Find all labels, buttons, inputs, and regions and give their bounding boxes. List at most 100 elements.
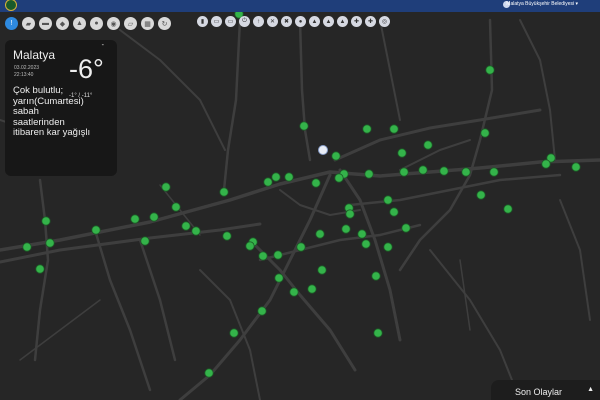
traffic-camera-marker[interactable] — [258, 251, 268, 261]
location-marker-icon[interactable] — [318, 145, 328, 155]
traffic-camera-marker[interactable] — [219, 187, 229, 197]
center-toolbar: ▮ ▭ ▭ ⏻ ↑ ✕ ✖ ● ▲ ▲ ▲ ✚ ✚ ◎ — [197, 16, 390, 27]
traffic-camera-marker[interactable] — [296, 242, 306, 252]
recent-events-label: Son Olaylar — [515, 387, 563, 397]
traffic-camera-marker[interactable] — [423, 140, 433, 150]
traffic-camera-marker[interactable] — [307, 284, 317, 294]
traffic-camera-marker[interactable] — [289, 287, 299, 297]
map-layer-icon[interactable]: ▰ — [22, 17, 35, 30]
traffic-camera-marker[interactable] — [140, 236, 150, 246]
weather-description: Çok bulutlu; yarın(Cumartesi) sabah saat… — [13, 85, 91, 138]
traffic-camera-marker[interactable] — [315, 229, 325, 239]
traffic-camera-marker[interactable] — [362, 124, 372, 134]
traffic-camera-marker[interactable] — [541, 159, 551, 169]
traffic-camera-marker[interactable] — [91, 225, 101, 235]
traffic-camera-marker[interactable] — [383, 242, 393, 252]
traffic-camera-marker[interactable] — [229, 328, 239, 338]
traffic-camera-marker[interactable] — [361, 239, 371, 249]
traffic-camera-marker[interactable] — [401, 223, 411, 233]
traffic-camera-marker[interactable] — [334, 173, 344, 183]
weather-date: 03.02.2023 — [14, 65, 40, 71]
traffic-camera-marker[interactable] — [357, 229, 367, 239]
roadwork-icon[interactable]: ▲ — [337, 16, 348, 27]
layers-icon[interactable]: ▭ — [211, 16, 222, 27]
traffic-camera-marker[interactable] — [489, 167, 499, 177]
traffic-camera-marker[interactable] — [191, 226, 201, 236]
traffic-camera-marker[interactable] — [245, 241, 255, 251]
list-icon[interactable]: ▭ — [225, 16, 236, 27]
traffic-camera-marker[interactable] — [571, 162, 581, 172]
traffic-camera-marker[interactable] — [373, 328, 383, 338]
traffic-camera-marker[interactable] — [399, 167, 409, 177]
traffic-camera-marker[interactable] — [35, 264, 45, 274]
compass-icon[interactable]: ✚ — [365, 16, 376, 27]
traffic-camera-marker[interactable] — [461, 167, 471, 177]
traffic-camera-marker[interactable] — [299, 121, 309, 131]
refresh-icon[interactable]: ↻ — [158, 17, 171, 30]
warning-icon[interactable]: ● — [90, 17, 103, 30]
bus-icon[interactable]: ▬ — [39, 17, 52, 30]
pedestrian-icon[interactable]: ↑ — [253, 16, 264, 27]
crossroad-icon[interactable]: ✚ — [351, 16, 362, 27]
traffic-camera-marker[interactable] — [439, 166, 449, 176]
traffic-camera-marker[interactable] — [263, 177, 273, 187]
traffic-camera-marker[interactable] — [345, 209, 355, 219]
power-icon[interactable]: ⏻ — [239, 16, 250, 27]
caution-icon[interactable]: ▲ — [323, 16, 334, 27]
warning-triangle-icon[interactable]: ▲ — [309, 16, 320, 27]
traffic-camera-marker[interactable] — [364, 169, 374, 179]
municipality-logo-icon[interactable] — [5, 0, 17, 11]
weather-datetime: 03.02.2023 22:13:40 — [14, 65, 39, 79]
grid-icon[interactable]: ▦ — [141, 17, 154, 30]
traffic-camera-marker[interactable] — [485, 65, 495, 75]
top-bar: Malatya Büyükşehir Belediyesi ▾ — [0, 0, 600, 12]
traffic-camera-marker[interactable] — [271, 172, 281, 182]
traffic-camera-marker[interactable] — [383, 195, 393, 205]
filter-icon[interactable]: ▮ — [197, 16, 208, 27]
weather-indicator: - — [101, 42, 104, 49]
traffic-camera-marker[interactable] — [130, 214, 140, 224]
weather-temperature: -6° — [69, 54, 104, 84]
traffic-camera-marker[interactable] — [257, 306, 267, 316]
weather-widget: Malatya - 03.02.2023 22:13:40 -6° -1° / … — [5, 40, 117, 176]
accident-icon[interactable]: ▲ — [73, 17, 86, 30]
traffic-camera-marker[interactable] — [171, 202, 181, 212]
traffic-camera-marker[interactable] — [480, 128, 490, 138]
traffic-camera-marker[interactable] — [311, 178, 321, 188]
no-entry-icon[interactable]: ● — [295, 16, 306, 27]
traffic-camera-marker[interactable] — [389, 207, 399, 217]
traffic-camera-marker[interactable] — [204, 368, 214, 378]
globe-icon[interactable]: ◎ — [379, 16, 390, 27]
traffic-camera-marker[interactable] — [341, 224, 351, 234]
traffic-camera-marker[interactable] — [331, 151, 341, 161]
traffic-camera-marker[interactable] — [274, 273, 284, 283]
traffic-camera-marker[interactable] — [397, 148, 407, 158]
user-menu[interactable]: Malatya Büyükşehir Belediyesi ▾ — [506, 1, 578, 7]
close-road-icon[interactable]: ✖ — [281, 16, 292, 27]
car-icon[interactable]: ◆ — [56, 17, 69, 30]
message-icon[interactable]: ▱ — [124, 17, 137, 30]
weather-time: 22:13:40 — [14, 72, 34, 78]
traffic-camera-marker[interactable] — [41, 216, 51, 226]
traffic-camera-marker[interactable] — [476, 190, 486, 200]
traffic-camera-marker[interactable] — [181, 221, 191, 231]
traffic-camera-marker[interactable] — [149, 212, 159, 222]
tools-icon[interactable]: ✕ — [267, 16, 278, 27]
weather-city: Malatya — [13, 48, 56, 62]
left-toolbar: ! ▰ ▬ ◆ ▲ ● ◉ ▱ ▦ ↻ — [5, 17, 171, 30]
traffic-camera-marker[interactable] — [284, 172, 294, 182]
camera-icon[interactable]: ◉ — [107, 17, 120, 30]
traffic-camera-marker[interactable] — [161, 182, 171, 192]
traffic-camera-marker[interactable] — [371, 271, 381, 281]
traffic-camera-marker[interactable] — [389, 124, 399, 134]
chevron-up-icon[interactable]: ▲ — [587, 386, 594, 393]
traffic-camera-marker[interactable] — [222, 231, 232, 241]
traffic-camera-marker[interactable] — [273, 250, 283, 260]
traffic-camera-marker[interactable] — [418, 165, 428, 175]
traffic-camera-marker[interactable] — [503, 204, 513, 214]
traffic-camera-marker[interactable] — [317, 265, 327, 275]
recent-events-panel[interactable]: Son Olaylar ▲ — [491, 380, 600, 400]
traffic-light-icon[interactable]: ! — [5, 17, 18, 30]
traffic-camera-marker[interactable] — [22, 242, 32, 252]
traffic-camera-marker[interactable] — [45, 238, 55, 248]
